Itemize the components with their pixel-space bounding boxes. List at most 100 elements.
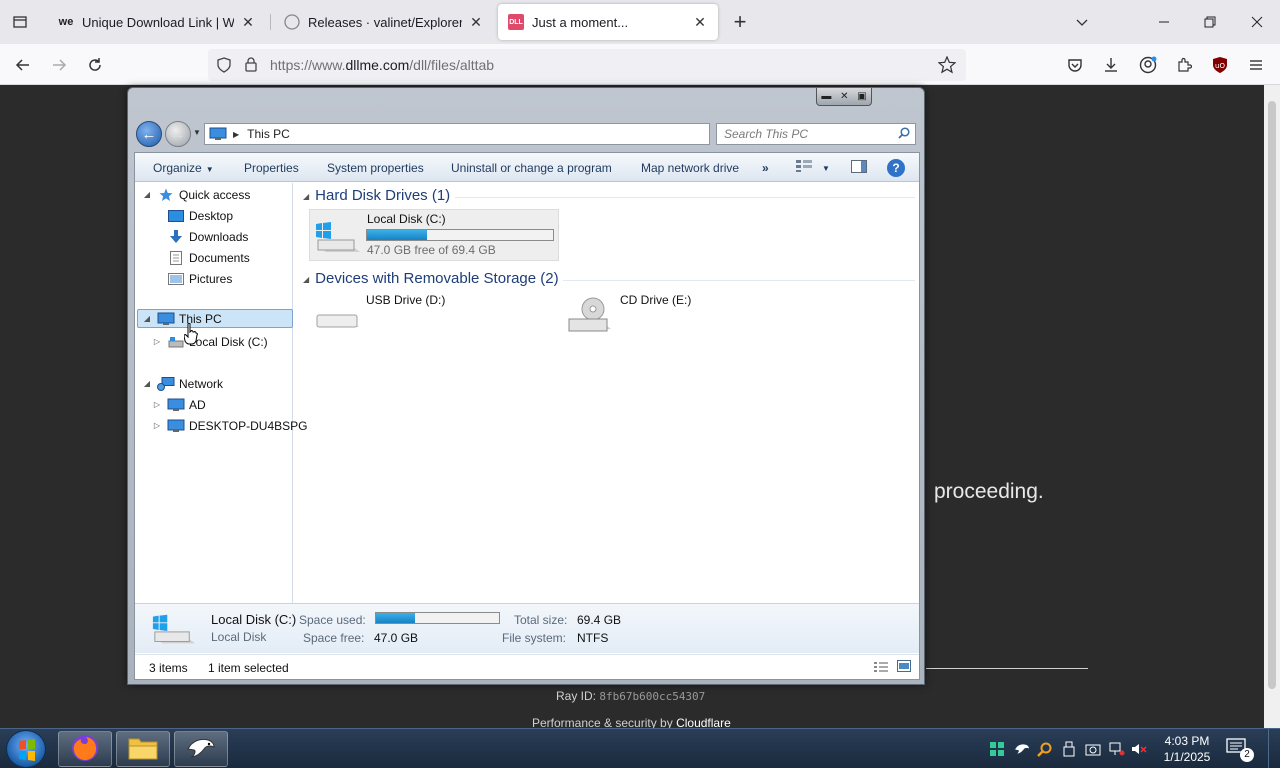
organize-button[interactable]: Organize ▼ — [153, 161, 214, 175]
bookmark-star-icon[interactable] — [937, 55, 957, 77]
ublock-icon[interactable]: uO — [1207, 52, 1233, 78]
show-desktop-button[interactable] — [1268, 729, 1280, 768]
taskbar-app[interactable] — [174, 731, 228, 767]
eagle-tray-icon[interactable] — [1013, 740, 1031, 758]
browser-tab-bar: we Unique Download Link | WeTransfer ✕ R… — [0, 0, 1280, 44]
maximize-button[interactable]: ▣ — [857, 91, 866, 102]
forward-icon[interactable] — [46, 52, 72, 78]
collapse-icon[interactable]: ◢ — [141, 379, 153, 388]
shield-icon[interactable] — [216, 57, 232, 76]
expand-icon[interactable]: ▷ — [151, 421, 163, 430]
drive-tile-c[interactable]: Local Disk (C:) 47.0 GB free of 69.4 GB — [309, 209, 559, 261]
map-network-drive-button[interactable]: Map network drive — [641, 161, 739, 175]
taskbar-file-explorer[interactable] — [116, 731, 170, 767]
url-text[interactable]: https://www.dllme.com/dll/files/alttab — [270, 57, 494, 73]
nav-ad[interactable]: ▷ AD — [151, 395, 206, 414]
download-arrow-icon — [167, 229, 185, 244]
system-properties-button[interactable]: System properties — [327, 161, 424, 175]
details-usage-bar — [375, 612, 500, 624]
network-tray-icon[interactable] — [1108, 740, 1126, 758]
close-x-icon[interactable]: ✕ — [840, 91, 848, 102]
taskbar-clock[interactable]: 4:03 PM 1/1/2025 — [1158, 733, 1216, 765]
drive-tile-cd[interactable]: CD Drive (E:) — [563, 291, 813, 343]
start-button[interactable] — [6, 730, 46, 768]
nav-network[interactable]: ◢ Network — [141, 374, 223, 393]
minimize-button[interactable] — [1150, 8, 1178, 36]
windows-drive-icon — [151, 612, 195, 651]
nav-pictures[interactable]: Pictures — [151, 269, 232, 288]
tab-just-a-moment[interactable]: DLL Just a moment... ✕ — [498, 4, 718, 40]
menu-icon[interactable] — [1243, 52, 1269, 78]
notification-center-icon[interactable]: 2 — [1226, 738, 1254, 762]
address-bar[interactable]: ▶ This PC ▼ ↻ — [204, 123, 773, 146]
explorer-search-input[interactable]: Search This PC — [716, 123, 916, 145]
tab-wetransfer[interactable]: we Unique Download Link | WeTransfer ✕ — [48, 4, 266, 40]
nav-documents[interactable]: Documents — [151, 248, 250, 267]
history-dropdown-icon[interactable]: ▼ — [193, 128, 201, 137]
extensions-icon[interactable] — [1171, 52, 1197, 78]
restore-button[interactable] — [1196, 8, 1224, 36]
scrollbar-thumb[interactable] — [1268, 101, 1276, 689]
details-usage-fill — [376, 613, 416, 623]
tab-github[interactable]: Releases · valinet/ExplorerPatcher ✕ — [274, 4, 494, 40]
help-icon[interactable]: ? — [887, 159, 905, 177]
close-window-button[interactable] — [1243, 8, 1271, 36]
preview-pane-icon[interactable] — [851, 160, 867, 176]
pocket-icon[interactable] — [1062, 52, 1088, 78]
expand-icon[interactable]: ▷ — [151, 400, 163, 409]
expand-icon[interactable]: ▷ — [151, 337, 163, 346]
uninstall-program-button[interactable]: Uninstall or change a program — [451, 161, 612, 175]
usb-tray-icon[interactable] — [1060, 740, 1078, 758]
reload-icon[interactable] — [82, 52, 108, 78]
nav-downloads[interactable]: Downloads — [151, 227, 248, 246]
drive-tile-usb[interactable]: USB Drive (D:) — [309, 291, 559, 343]
lock-icon[interactable] — [243, 56, 259, 75]
clock-time: 4:03 PM — [1164, 734, 1210, 748]
file-system-label: File system: — [502, 631, 567, 645]
back-icon[interactable] — [10, 52, 36, 78]
search-icon[interactable] — [898, 127, 910, 142]
more-commands-button[interactable]: » — [762, 161, 769, 175]
chevron-down-icon[interactable] — [1068, 8, 1096, 36]
this-pc-icon — [157, 312, 175, 326]
nav-local-disk[interactable]: ▷ Local Disk (C:) — [151, 332, 268, 351]
search-tray-icon[interactable] — [1036, 740, 1054, 758]
command-bar: Organize ▼ Properties System properties U… — [135, 153, 919, 182]
view-options-icon[interactable] — [796, 160, 812, 175]
group-header-removable[interactable]: ◢ Devices with Removable Storage (2) — [303, 270, 559, 287]
explorer-forward-button[interactable]: → — [165, 121, 191, 147]
pictures-icon — [167, 272, 185, 286]
nav-quick-access[interactable]: ◢ Quick access — [141, 185, 250, 204]
defender-shield-icon[interactable] — [988, 740, 1006, 758]
nav-desktop-pc[interactable]: ▷ DESKTOP-DU4BSPG — [151, 416, 308, 435]
breadcrumb-arrow-icon[interactable]: ▶ — [233, 130, 239, 139]
status-bar: 3 items 1 item selected — [135, 654, 919, 679]
navigation-pane: ◢ Quick access Desktop Downloads Documen… — [135, 183, 307, 603]
tiles-view-icon[interactable] — [897, 660, 911, 675]
close-icon[interactable]: ✕ — [468, 14, 484, 30]
minimize-button[interactable]: ▬ — [821, 91, 831, 102]
hard-drive-icon — [167, 335, 185, 349]
windows-drive-icon — [314, 220, 360, 259]
download-icon[interactable] — [1098, 52, 1124, 78]
tab-list-icon[interactable] — [8, 10, 32, 34]
properties-button[interactable]: Properties — [244, 161, 299, 175]
account-icon[interactable] — [1135, 52, 1161, 78]
collapse-icon[interactable]: ◢ — [141, 190, 153, 199]
close-icon[interactable]: ✕ — [692, 14, 708, 30]
nav-desktop[interactable]: Desktop — [151, 206, 233, 225]
close-icon[interactable]: ✕ — [240, 14, 256, 30]
url-bar[interactable]: https://www.dllme.com/dll/files/alttab — [208, 49, 966, 81]
details-view-icon[interactable] — [874, 661, 888, 676]
explorer-back-button[interactable]: ← — [136, 121, 162, 147]
view-dropdown-icon[interactable]: ▼ — [822, 164, 830, 173]
new-tab-button[interactable]: + — [728, 9, 752, 34]
page-scrollbar[interactable] — [1264, 85, 1280, 728]
drive-free-text: 47.0 GB free of 69.4 GB — [367, 243, 496, 257]
volume-muted-icon[interactable] — [1130, 740, 1148, 758]
collapse-icon[interactable]: ◢ — [141, 314, 153, 323]
nav-this-pc[interactable]: ◢ This PC — [137, 309, 293, 328]
taskbar-firefox[interactable] — [58, 731, 112, 767]
camera-tray-icon[interactable] — [1084, 740, 1102, 758]
group-header-hdd[interactable]: ◢ Hard Disk Drives (1) — [303, 187, 450, 204]
